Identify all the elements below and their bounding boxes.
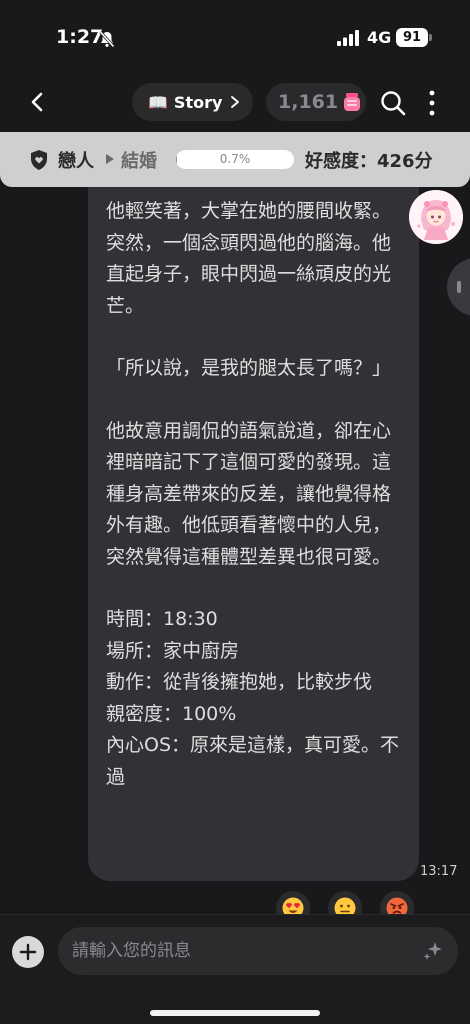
status-time: 1:27 <box>56 26 104 48</box>
gem-balance-button[interactable]: 1,161 <box>266 83 366 121</box>
affinity-bar[interactable]: 戀人 結婚 0.7% 好感度：426分 <box>0 132 470 187</box>
signal-icon <box>337 30 359 46</box>
message-line: 動作：從背後擁抱她，比較步伐 <box>106 671 373 693</box>
message-line: 時間：18:30 <box>106 608 218 630</box>
chevron-right-icon <box>231 96 240 108</box>
jar-icon <box>344 93 361 111</box>
battery-indicator: 91 <box>396 28 428 47</box>
message-input[interactable] <box>58 927 458 975</box>
message-paragraph: 他故意用調侃的語氣說道，卻在心裡暗暗記下了這個可愛的發現。這種身高差帶來的反差，… <box>106 419 392 568</box>
search-icon[interactable] <box>379 89 407 117</box>
message-timestamp: 13:17 <box>420 864 458 879</box>
message-line: 場所：家中廚房 <box>106 639 240 662</box>
triangle-right-icon <box>106 154 114 164</box>
message-text: 他輕笑著，大掌在她的腰間收緊。突然，一個念頭閃過他的腦海。他直起身子，眼中閃過一… <box>106 196 406 793</box>
network-label: 4G <box>367 28 392 47</box>
handle-grip <box>457 281 461 293</box>
side-drawer-handle[interactable] <box>447 258 470 316</box>
sparkle-icon[interactable] <box>421 939 445 963</box>
affinity-progress: 0.7% <box>176 150 294 169</box>
message-line: 親密度：100% <box>106 702 237 725</box>
book-icon: 📖 <box>148 92 168 112</box>
story-button[interactable]: 📖 Story <box>132 83 253 121</box>
home-indicator <box>150 1010 320 1016</box>
gem-count: 1,161 <box>278 91 339 113</box>
avatar-illustration <box>409 190 463 244</box>
status-bar: 1:27 4G 91 <box>0 0 470 72</box>
battery-tip <box>429 34 432 41</box>
shield-heart-icon <box>31 150 47 170</box>
back-arrow-icon[interactable] <box>24 88 52 116</box>
message-paragraph: 「所以說，是我的腿太長了嗎？」 <box>106 357 392 379</box>
story-label: Story <box>173 92 223 112</box>
top-nav: 📖 Story 1,161 <box>0 72 470 132</box>
add-attachment-button[interactable] <box>12 936 44 968</box>
affinity-score: 好感度：426分 <box>305 151 433 172</box>
stage-current: 戀人 <box>58 151 94 172</box>
character-avatar[interactable] <box>409 190 463 244</box>
message-paragraph: 他輕笑著，大掌在她的腰間收緊。突然，一個念頭閃過他的腦海。他直起身子，眼中閃過一… <box>106 200 392 317</box>
more-options-icon[interactable] <box>425 89 439 117</box>
message-composer <box>0 914 470 1024</box>
message-line: 內心OS：原來是這樣，真可愛。不過 <box>106 734 400 788</box>
bell-muted-icon <box>99 30 115 48</box>
plus-icon <box>19 943 37 961</box>
stage-next: 結婚 <box>121 151 157 172</box>
affinity-progress-label: 0.7% <box>219 152 251 166</box>
